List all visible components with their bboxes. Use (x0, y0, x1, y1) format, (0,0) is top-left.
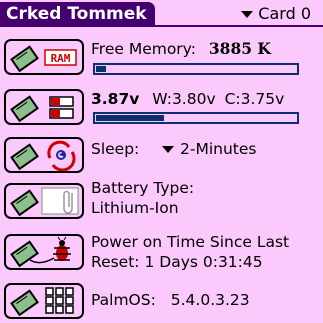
palmos-version: 5.4.0.3.23 (170, 291, 250, 309)
battery-row: 3.87v W:3.80v C:3.75v (4, 87, 320, 133)
power-on-label: Power on Time Since Last (91, 233, 290, 251)
power-on-row: Power on Time Since Last Reset: 1 Days 0… (4, 228, 320, 274)
sleep-row: Sleep: 2-Minutes (4, 134, 320, 176)
battery-bar (93, 112, 299, 124)
free-memory-value: 3885 K (208, 39, 271, 58)
palmos-label: PalmOS: (91, 291, 156, 309)
power-on-value: 1 Days 0:31:45 (144, 253, 263, 271)
warn-label: W: (152, 90, 172, 108)
palmos-button[interactable] (4, 283, 84, 319)
dropdown-triangle-icon (162, 145, 174, 153)
memory-bar-fill (96, 66, 106, 72)
battery-voltage-line: 3.87v W:3.80v C:3.75v (91, 89, 284, 109)
sleep-swirl-icon (10, 140, 76, 171)
power-on-button[interactable] (4, 234, 84, 270)
memory-button[interactable]: RAM (4, 39, 84, 75)
sleep-label: Sleep: (91, 140, 140, 158)
dropdown-triangle-icon (241, 10, 254, 18)
title-underline (0, 25, 323, 27)
warn-value: 3.80v (171, 90, 216, 108)
palmos-line: PalmOS: 5.4.0.3.23 (91, 290, 250, 310)
reset-label: Reset: (91, 253, 140, 271)
battery-type-value: Lithium-Ion (91, 199, 179, 217)
battery-type-row: Battery Type: Lithium-Ion (4, 177, 320, 225)
sleep-line: Sleep: (91, 139, 139, 159)
power-on-line: Reset: 1 Days 0:31:45 (91, 252, 263, 272)
sleep-button[interactable] (4, 137, 84, 173)
free-memory-label: Free Memory: (91, 40, 196, 58)
title-bar: Crked Tommek Card 0 (0, 0, 323, 27)
app-title[interactable]: Crked Tommek (0, 2, 155, 27)
grid-icon (10, 287, 74, 317)
card-dropdown[interactable]: Card 0 (241, 4, 311, 24)
battery-voltage: 3.87v (91, 90, 140, 108)
bug-icon (10, 236, 71, 268)
battery-bar-fill (96, 115, 164, 121)
palmos-row: PalmOS: 5.4.0.3.23 (4, 280, 320, 320)
battery-type-button[interactable] (4, 183, 84, 219)
battery-type-label: Battery Type: (91, 179, 195, 197)
svg-text:RAM: RAM (51, 52, 71, 65)
sleep-value: 2-Minutes (180, 140, 257, 158)
card-dropdown-label: Card 0 (258, 4, 311, 23)
paperclip-icon (10, 187, 79, 217)
battery-button[interactable] (4, 89, 84, 125)
battery-icon (10, 95, 74, 123)
memory-bar (93, 63, 299, 75)
memory-row: RAM Free Memory: 3885 K (4, 37, 320, 85)
crit-value: 3.75v (240, 90, 285, 108)
free-memory-line: Free Memory: 3885 K (91, 39, 271, 59)
crit-label: C: (224, 90, 241, 108)
sleep-dropdown[interactable]: 2-Minutes (162, 139, 256, 159)
ram-icon: RAM (10, 45, 77, 73)
